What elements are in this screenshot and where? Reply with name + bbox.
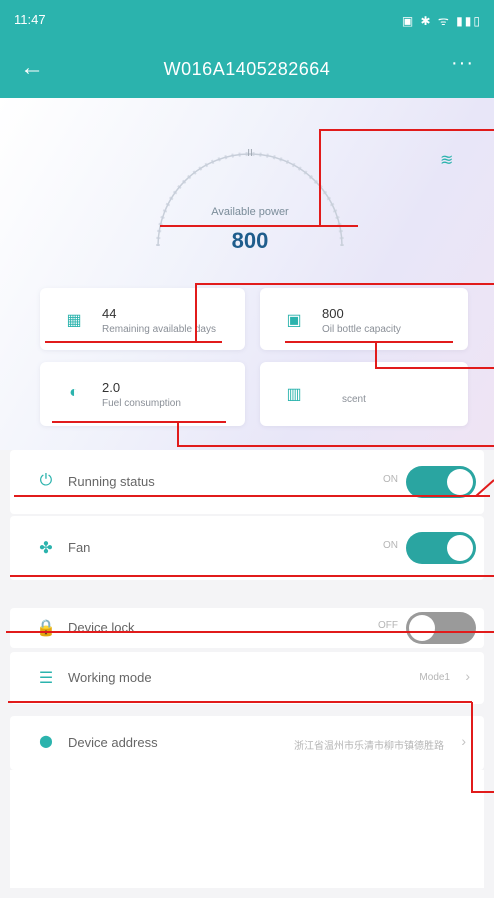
device-title: W016A1405282664 <box>163 59 331 79</box>
app-bar: ← W016A1405282664 ··· <box>0 40 494 98</box>
device-lock-row: 🔒 Device lock OFF <box>10 608 484 648</box>
power-gauge: II Available power 800 <box>140 148 360 260</box>
gauge-tick: II <box>247 148 253 159</box>
lock-icon: 🔒 <box>36 620 56 637</box>
card-label: Fuel consumption <box>102 398 181 409</box>
card-label: Remaining available days <box>102 324 216 335</box>
bottom-blank-panel <box>10 770 484 888</box>
running-status-toggle[interactable] <box>406 466 476 498</box>
card-value: 2.0 <box>102 380 121 395</box>
more-options-icon[interactable]: ··· <box>451 52 474 75</box>
status-icons: ▣ ✱ ᯤ ▮▮▯ <box>401 14 482 28</box>
card-label: scent <box>342 394 366 405</box>
device-address-label: Device address <box>68 735 158 750</box>
calendar-icon: ▦ <box>66 312 82 329</box>
running-status-row: ⏻ Running status ON <box>10 450 484 514</box>
device-address-row[interactable]: ⬤ Device address 浙江省温州市乐清市柳市镇德胜路 › <box>10 716 484 770</box>
fan-toggle[interactable] <box>406 532 476 564</box>
list-icon: ☰ <box>38 670 54 687</box>
fan-icon: ✤ <box>39 540 53 557</box>
device-lock-toggle[interactable] <box>406 612 476 644</box>
chevron-right-icon: › <box>465 668 470 684</box>
device-address-value: 浙江省温州市乐清市柳市镇德胜路 <box>294 741 444 752</box>
scent-icon: ▥ <box>286 386 302 403</box>
toggle-knob <box>447 469 473 495</box>
device-lock-label: Device lock <box>68 620 135 635</box>
location-pin-icon: ⬤ <box>39 734 53 748</box>
working-mode-label: Working mode <box>68 670 152 685</box>
toggle-knob <box>447 535 473 561</box>
wifi-icon: ≋ <box>440 152 454 169</box>
card-remaining-days: ▦ 44 Remaining available days <box>40 288 245 350</box>
card-fuel-consumption: ◐ 2.0 Fuel consumption <box>40 362 245 426</box>
device-lock-state: OFF <box>378 620 398 631</box>
oil-bottle-icon: ▣ <box>286 312 302 329</box>
running-status-state: ON <box>383 474 398 485</box>
status-time: 11:47 <box>14 12 46 27</box>
chevron-right-icon: › <box>461 733 466 749</box>
fan-state: ON <box>383 540 398 551</box>
fan-row: ✤ Fan ON <box>10 516 484 580</box>
fuel-drop-icon: ◐ <box>69 384 79 401</box>
working-mode-row[interactable]: ☰ Working mode Mode1 › <box>10 652 484 704</box>
power-icon: ⏻ <box>39 472 53 489</box>
card-value: 44 <box>102 306 117 321</box>
working-mode-value: Mode1 <box>419 672 450 683</box>
card-label: Oil bottle capacity <box>322 324 401 335</box>
gauge-value: 800 <box>231 228 269 253</box>
gauge-label: Available power <box>211 206 289 218</box>
card-value: 800 <box>322 306 344 321</box>
card-scent: ▥ scent <box>260 362 468 426</box>
running-status-label: Running status <box>68 474 155 489</box>
card-oil-capacity: ▣ 800 Oil bottle capacity <box>260 288 468 350</box>
status-bar: 11:47 ▣ ✱ ᯤ ▮▮▯ <box>0 0 494 40</box>
fan-label: Fan <box>68 540 91 555</box>
toggle-knob <box>409 615 435 641</box>
